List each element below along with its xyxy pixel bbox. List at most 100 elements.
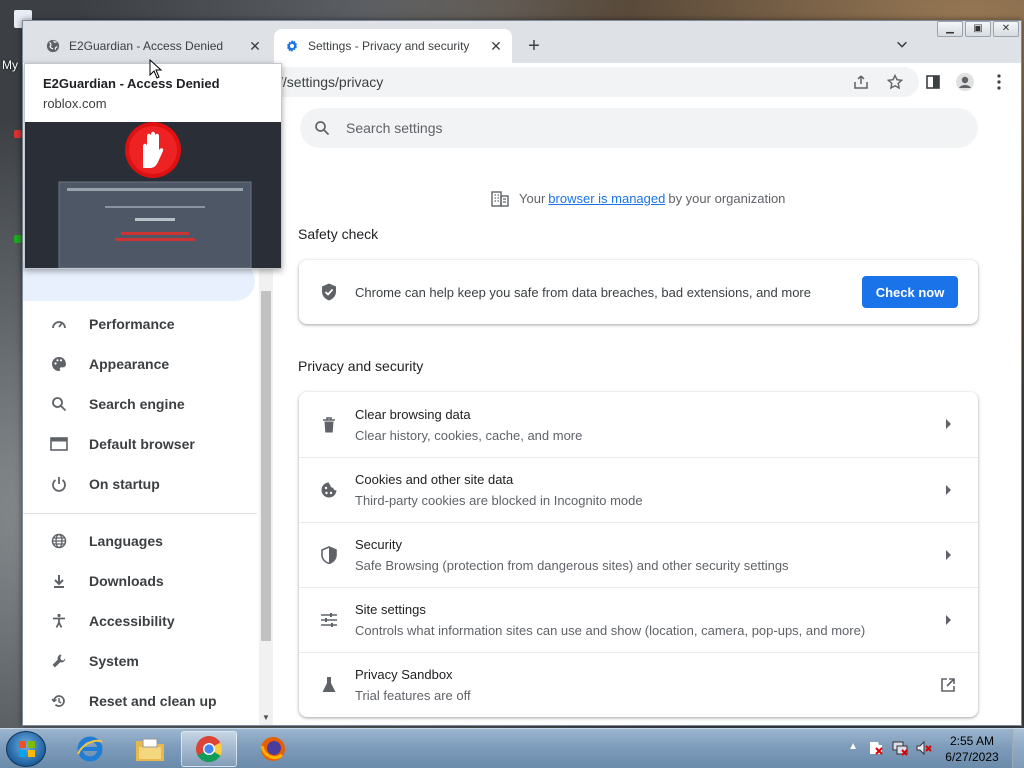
cookies-row[interactable]: Cookies and other site data Third-party c… [299, 457, 978, 522]
show-desktop-button[interactable] [1012, 729, 1024, 768]
browser-managed-link[interactable]: browser is managed [548, 191, 665, 206]
search-icon [49, 394, 69, 414]
sidebar-item-label: System [89, 653, 139, 669]
chevron-down-icon[interactable] [895, 37, 915, 55]
close-icon[interactable]: ✕ [247, 38, 263, 54]
clear-browsing-data-row[interactable]: Clear browsing data Clear history, cookie… [299, 392, 978, 457]
managed-notice: Your browser is managed by your organiza… [491, 189, 785, 207]
row-subtitle: Trial features are off [355, 688, 471, 703]
chevron-right-icon [940, 416, 956, 432]
plus-icon[interactable]: + [523, 36, 545, 58]
window-controls: ▁ ▣ ✕ [935, 21, 1019, 37]
clock-time: 2:55 AM [949, 734, 995, 748]
sidebar-item-appearance[interactable]: Appearance [23, 344, 255, 384]
desktop-icon-label[interactable]: My [2, 58, 18, 72]
desktop-icon[interactable] [14, 235, 22, 243]
palette-icon [49, 354, 69, 374]
search-icon [312, 118, 332, 138]
close-window-icon[interactable]: ✕ [993, 21, 1019, 37]
trash-icon [319, 415, 339, 435]
security-row[interactable]: Security Safe Browsing (protection from d… [299, 522, 978, 587]
flask-icon [319, 675, 339, 695]
safety-check-heading: Safety check [298, 226, 379, 242]
action-center-icon[interactable] [868, 740, 884, 756]
privacy-heading: Privacy and security [298, 358, 424, 374]
sidebar-item-reset[interactable]: Reset and clean up [23, 681, 255, 721]
speedometer-icon [49, 314, 69, 334]
tab-e2guardian[interactable]: E2Guardian - Access Denied ✕ [35, 29, 271, 63]
chevron-right-icon [940, 612, 956, 628]
minimize-icon[interactable]: ▁ [937, 21, 963, 37]
volume-muted-icon[interactable] [916, 740, 932, 756]
sidebar-item-label: Reset and clean up [89, 693, 217, 709]
safety-check-card: Chrome can help keep you safe from data … [299, 260, 978, 324]
close-icon[interactable]: ✕ [488, 38, 504, 54]
download-icon [49, 571, 69, 591]
scroll-down-arrow-icon[interactable]: ▼ [261, 713, 271, 723]
network-icon[interactable] [892, 740, 908, 756]
tab-title: Settings - Privacy and security [308, 39, 470, 53]
internet-explorer-icon[interactable] [62, 731, 118, 767]
site-settings-row[interactable]: Site settings Controls what information s… [299, 587, 978, 652]
sidebar-item-performance[interactable]: Performance [23, 304, 255, 344]
tab-hover-card: E2Guardian - Access Denied roblox.com [24, 63, 282, 269]
sidebar-item-accessibility[interactable]: Accessibility [23, 601, 255, 641]
more-menu-icon[interactable] [989, 72, 1009, 92]
sidebar-item-label: Appearance [89, 356, 170, 372]
sidebar-item-search-engine[interactable]: Search engine [23, 384, 255, 424]
firefox-icon[interactable] [245, 731, 301, 767]
show-hidden-icons-icon[interactable]: ▲ [848, 741, 858, 752]
cookie-icon [319, 480, 339, 500]
sidebar-item-label: Performance [89, 316, 175, 332]
search-settings-input[interactable]: Search settings [300, 108, 978, 148]
gear-icon [284, 38, 300, 54]
mouse-cursor-icon [149, 58, 163, 84]
clock-date: 6/27/2023 [945, 750, 999, 764]
row-title: Cookies and other site data [355, 472, 514, 487]
building-icon [491, 189, 509, 207]
check-now-button[interactable]: Check now [862, 276, 958, 308]
external-link-icon [940, 677, 956, 693]
sidebar-item-label: Languages [89, 533, 163, 549]
shield-icon [319, 545, 339, 565]
wrench-icon [49, 651, 69, 671]
managed-suffix: by your organization [668, 190, 786, 206]
row-title: Privacy Sandbox [355, 667, 453, 682]
chrome-icon[interactable] [181, 731, 237, 767]
row-title: Site settings [355, 602, 426, 617]
sidebar-item-on-startup[interactable]: On startup [23, 464, 255, 504]
url-text: //settings/privacy [279, 74, 384, 90]
sidebar-divider [23, 513, 257, 514]
sliders-icon [319, 610, 339, 630]
sidebar-item-label: Search engine [89, 396, 185, 412]
start-button[interactable] [6, 731, 46, 767]
privacy-sandbox-row[interactable]: Privacy Sandbox Trial features are off [299, 652, 978, 717]
power-icon [49, 474, 69, 494]
row-subtitle: Safe Browsing (protection from dangerous… [355, 558, 789, 573]
scrollbar-thumb[interactable] [261, 291, 271, 641]
star-icon[interactable] [885, 72, 905, 92]
tab-strip: E2Guardian - Access Denied ✕ Settings - … [23, 21, 1021, 63]
sidebar-item-label: On startup [89, 476, 160, 492]
row-subtitle: Controls what information sites can use … [355, 623, 866, 638]
side-panel-icon[interactable] [923, 72, 943, 92]
profile-icon[interactable] [955, 72, 975, 92]
maximize-icon[interactable]: ▣ [965, 21, 991, 37]
sidebar-item-label: Default browser [89, 436, 195, 452]
tab-settings[interactable]: Settings - Privacy and security ✕ [274, 29, 512, 63]
safety-check-text: Chrome can help keep you safe from data … [355, 284, 811, 300]
managed-prefix: Your [519, 190, 546, 206]
clock[interactable]: 2:55 AM 6/27/2023 [942, 733, 1002, 765]
share-icon[interactable] [851, 72, 871, 92]
sidebar-item-downloads[interactable]: Downloads [23, 561, 255, 601]
sidebar-item-languages[interactable]: Languages [23, 521, 255, 561]
accessibility-icon [49, 611, 69, 631]
privacy-card: Clear browsing data Clear history, cookie… [299, 392, 978, 717]
sidebar-item-label: Accessibility [89, 613, 175, 629]
sidebar-item-system[interactable]: System [23, 641, 255, 681]
desktop-icon[interactable] [14, 130, 22, 138]
file-explorer-icon[interactable] [122, 731, 178, 767]
sidebar-item-default-browser[interactable]: Default browser [23, 424, 255, 464]
row-title: Clear browsing data [355, 406, 471, 422]
browser-icon [49, 434, 69, 454]
